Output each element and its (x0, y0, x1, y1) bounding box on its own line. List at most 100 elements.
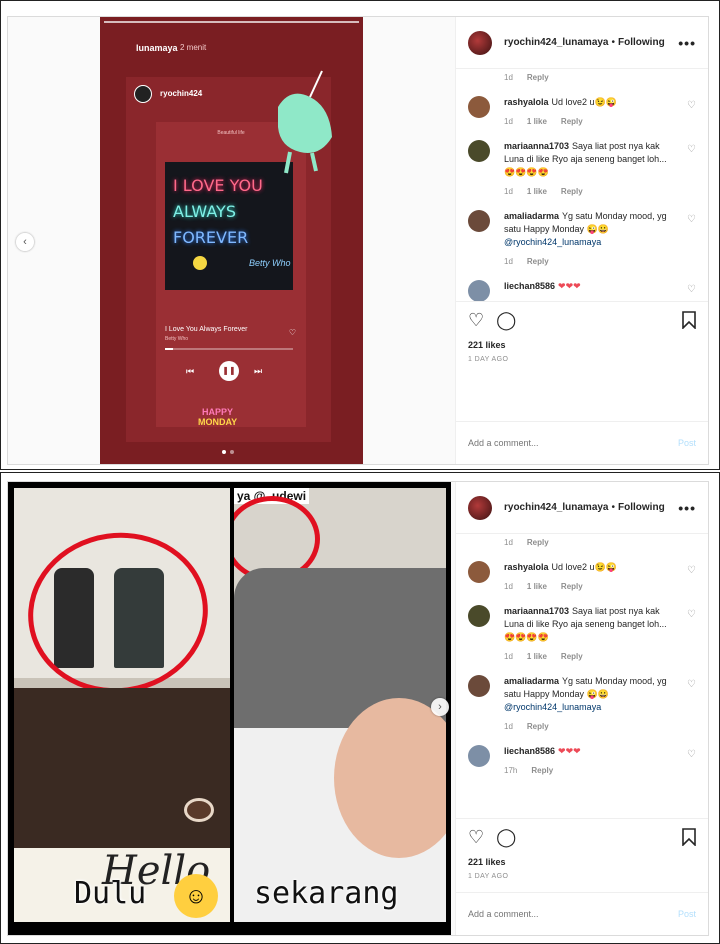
post-comment-button[interactable]: Post (678, 909, 696, 919)
likes-count[interactable]: 221 likes (468, 340, 696, 350)
avatar[interactable] (468, 495, 492, 520)
comment-avatar[interactable] (468, 605, 490, 627)
comment-item: mariaanna1703 Saya liat post nya kak Luna… (468, 140, 696, 196)
comment-like-heart-icon[interactable]: ♡ (687, 284, 696, 295)
add-comment-input[interactable] (468, 909, 678, 919)
post-comment-button[interactable]: Post (678, 438, 696, 448)
reply-button[interactable]: Reply (531, 766, 553, 775)
comment-avatar[interactable] (468, 675, 490, 697)
comment-time: 1d (504, 117, 513, 126)
song-progress[interactable] (165, 348, 293, 350)
following-button[interactable]: Following (618, 37, 665, 48)
comment-username[interactable]: liechan8586 (504, 281, 555, 291)
header-separator: • (611, 37, 616, 48)
comment-icon[interactable]: ◯ (496, 827, 516, 848)
comment-username[interactable]: mariaanna1703 (504, 606, 569, 616)
heart-icon[interactable]: ♡ (468, 827, 484, 848)
comment-item: rashyalola Ud love2 u😉😜 1d 1 like Reply ♡ (468, 561, 696, 591)
comment-avatar[interactable] (468, 561, 490, 583)
story-image: lunamaya 2 menit ryochin424 Beautiful li… (100, 17, 363, 464)
comment-like-heart-icon[interactable]: ♡ (687, 100, 696, 111)
previous-track-icon[interactable]: ⏮ (186, 366, 194, 377)
comment-username[interactable]: mariaanna1703 (504, 141, 569, 151)
reply-button[interactable]: Reply (561, 117, 583, 126)
comment-item: liechan8586❤❤❤ 17hReply ♡ (468, 280, 696, 301)
header-username[interactable]: ryochin424_lunamaya (504, 37, 609, 48)
more-options-icon[interactable]: ••• (678, 35, 696, 51)
heart-icon[interactable]: ♡ (468, 310, 484, 331)
story-time: 2 menit (180, 43, 207, 52)
comment-time: 1d (504, 538, 513, 547)
reply-button[interactable]: Reply (561, 652, 583, 661)
comment-avatar[interactable] (468, 140, 490, 162)
comment-likes[interactable]: 1 like (527, 652, 547, 661)
comment-username[interactable]: amaliadarma (504, 676, 559, 686)
comment-like-heart-icon[interactable]: ♡ (687, 679, 696, 690)
bookmark-icon[interactable] (682, 311, 696, 329)
comment-likes[interactable]: 1 like (527, 117, 547, 126)
album-art: I LOVE YOU ALWAYS FOREVER Betty Who (165, 162, 293, 290)
song-title: I Love You Always Forever (165, 326, 248, 333)
comment-username[interactable]: rashyalola (504, 97, 549, 107)
reply-button[interactable]: Reply (527, 722, 549, 731)
comments-list[interactable]: 1d Reply rashyalola Ud love2 u😉😜 1d 1 like… (456, 534, 708, 814)
comment-likes[interactable]: 1 like (527, 187, 547, 196)
following-button[interactable]: Following (618, 502, 665, 513)
eye (184, 798, 214, 822)
reply-button[interactable]: Reply (561, 582, 583, 591)
prev-arrow-icon[interactable]: ‹ (16, 233, 34, 251)
comment-icon[interactable]: ◯ (496, 310, 516, 331)
comment-username[interactable]: liechan8586 (504, 746, 555, 756)
bookmark-icon[interactable] (682, 828, 696, 846)
next-track-icon[interactable]: ⏭ (254, 366, 262, 377)
post-media: ‹ lunamaya 2 menit ryochin424 Beautiful … (8, 17, 457, 464)
story-progress-bar (104, 21, 359, 23)
comment-text: Ud love2 u😉😜 (551, 97, 617, 107)
comment-avatar[interactable] (468, 280, 490, 301)
comment-time: 1d (504, 652, 513, 661)
comment-username[interactable]: rashyalola (504, 562, 549, 572)
neon-line-2: ALWAYS (173, 202, 236, 221)
post-sidebar: ryochin424_lunamaya • Following ••• 1d R… (455, 17, 708, 464)
comment-time: 1d (504, 187, 513, 196)
add-comment-input[interactable] (468, 438, 678, 448)
comment-like-heart-icon[interactable]: ♡ (687, 749, 696, 760)
pause-button[interactable]: ❚❚ (219, 361, 239, 381)
carousel-dot-2 (230, 450, 234, 454)
comment-avatar[interactable] (468, 745, 490, 767)
comment-meta-top: 1d Reply (468, 538, 696, 547)
avatar[interactable] (468, 30, 492, 55)
face-closeup (14, 688, 230, 848)
likes-count[interactable]: 221 likes (468, 857, 696, 867)
reply-button[interactable]: Reply (527, 73, 549, 82)
post-time: 1 DAY AGO (468, 356, 509, 363)
post-card: Hello Dulu ☺ ya @..udewi sekarang › ryoc… (7, 481, 709, 936)
comment-hearts: ❤❤❤ (558, 746, 581, 756)
comment-item: amaliadarma Yg satu Monday mood, yg satu … (468, 210, 696, 266)
next-arrow-icon[interactable]: › (431, 698, 449, 716)
meme-right-photo: ya @..udewi sekarang (234, 488, 446, 922)
post-header: ryochin424_lunamaya • Following ••• (456, 482, 708, 534)
comments-list[interactable]: 1d Reply rashyalola Ud love2 u😉😜 1d 1 like… (456, 69, 708, 301)
comment-like-heart-icon[interactable]: ♡ (687, 565, 696, 576)
comment-mention[interactable]: @ryochin424_lunamaya (504, 237, 601, 247)
comment-time: 1d (504, 582, 513, 591)
comment-likes[interactable]: 1 like (527, 582, 547, 591)
reply-button[interactable]: Reply (527, 538, 549, 547)
comment-box: Post (456, 892, 708, 935)
comment-like-heart-icon[interactable]: ♡ (687, 144, 696, 155)
header-username[interactable]: ryochin424_lunamaya (504, 502, 609, 513)
comment-hearts: ❤❤❤ (558, 281, 581, 291)
comment-mention[interactable]: @ryochin424_lunamaya (504, 702, 601, 712)
comment-like-heart-icon[interactable]: ♡ (687, 214, 696, 225)
comment-text: Ud love2 u😉😜 (551, 562, 617, 572)
comment-avatar[interactable] (468, 96, 490, 118)
song-like-icon[interactable]: ♡ (289, 328, 296, 337)
reply-button[interactable]: Reply (527, 257, 549, 266)
comment-time: 1d (504, 73, 513, 82)
more-options-icon[interactable]: ••• (678, 500, 696, 516)
comment-username[interactable]: amaliadarma (504, 211, 559, 221)
comment-avatar[interactable] (468, 210, 490, 232)
reply-button[interactable]: Reply (561, 187, 583, 196)
comment-like-heart-icon[interactable]: ♡ (687, 609, 696, 620)
